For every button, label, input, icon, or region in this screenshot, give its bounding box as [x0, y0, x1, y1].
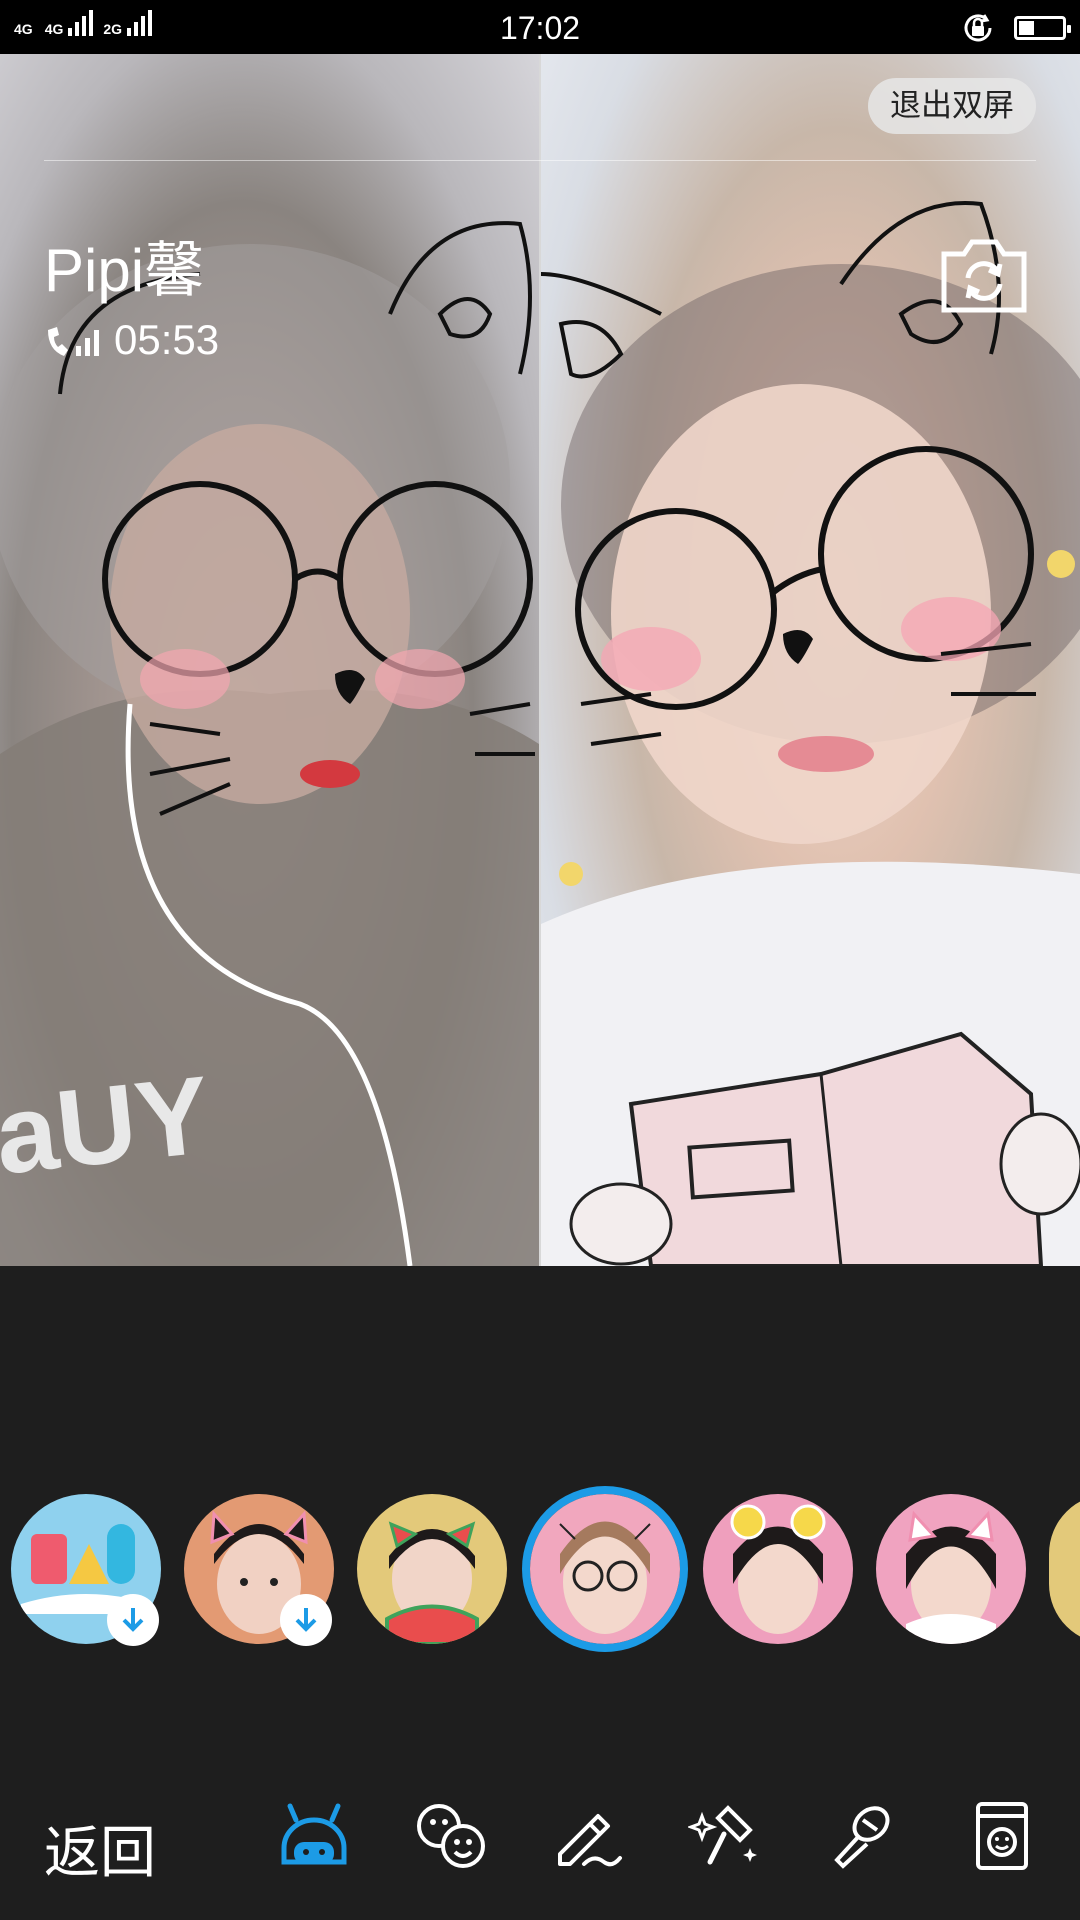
video-call-area: aUY 退出双屏 Pipi馨 05:53	[0, 54, 1080, 1266]
status-bar: 4G 4G 2G 17:02	[0, 0, 1080, 54]
svg-text:aUY: aUY	[0, 1053, 215, 1198]
download-icon	[122, 1608, 144, 1632]
back-button[interactable]: 返回	[44, 1808, 156, 1889]
status-time: 17:02	[499, 10, 581, 46]
partial-thumbnail	[1049, 1494, 1080, 1644]
sticker-face-icon[interactable]	[276, 1798, 352, 1874]
battery-fill	[1019, 21, 1034, 35]
bottom-toolbar: 返回	[0, 1780, 1080, 1890]
download-badge[interactable]	[280, 1594, 332, 1646]
caller-name: Pipi馨	[44, 237, 205, 304]
filter-white-cat-ears[interactable]	[876, 1494, 1026, 1644]
filter-carousel[interactable]	[0, 1490, 1080, 1660]
rotation-lock-icon	[964, 14, 992, 42]
filter-lemon[interactable]	[703, 1494, 853, 1644]
magic-wand-icon[interactable]	[825, 1798, 901, 1874]
call-signal-icon	[48, 327, 99, 356]
call-duration: 05:53	[44, 316, 219, 364]
download-icon	[295, 1608, 317, 1632]
beauty-brush-icon[interactable]	[688, 1798, 764, 1874]
watermelon-thumbnail	[357, 1494, 507, 1644]
filter-cat-glasses[interactable]	[530, 1494, 680, 1644]
background-card-icon[interactable]	[964, 1798, 1040, 1874]
duration-text: 05:53	[114, 316, 220, 363]
header-divider-line	[44, 160, 1036, 161]
filter-watermelon[interactable]	[357, 1494, 507, 1644]
filter-partial[interactable]	[1049, 1494, 1080, 1644]
download-badge[interactable]	[107, 1594, 159, 1646]
white-cat-ears-thumbnail	[876, 1494, 1026, 1644]
battery-icon	[1014, 16, 1071, 40]
exit-dual-screen-button[interactable]: 退出双屏	[868, 78, 1036, 134]
emoji-icon[interactable]	[413, 1798, 489, 1874]
switch-camera-icon[interactable]	[938, 230, 1030, 322]
pen-icon[interactable]	[550, 1798, 626, 1874]
cat-glasses-thumbnail	[530, 1494, 680, 1644]
lemon-thumbnail	[703, 1494, 853, 1644]
